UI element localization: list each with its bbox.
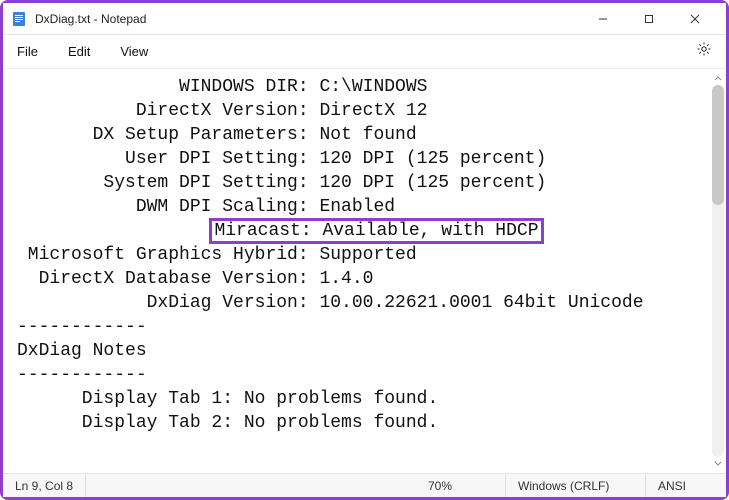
text-line: User DPI Setting: 120 DPI (125 percent) xyxy=(17,147,726,171)
menubar: File Edit View xyxy=(3,35,726,69)
statusbar: Ln 9, Col 8 70% Windows (CRLF) ANSI xyxy=(3,473,726,497)
notepad-icon xyxy=(11,11,27,27)
minimize-button[interactable] xyxy=(580,4,626,34)
window-title: DxDiag.txt - Notepad xyxy=(35,12,146,26)
menu-edit[interactable]: Edit xyxy=(64,38,94,65)
editor-area[interactable]: WINDOWS DIR: C:\WINDOWS DirectX Version:… xyxy=(3,69,726,473)
text-line: WINDOWS DIR: C:\WINDOWS xyxy=(17,75,726,99)
text-line: DWM DPI Scaling: Enabled xyxy=(17,195,726,219)
scroll-up-arrow-icon[interactable] xyxy=(712,73,724,85)
text-line: DxDiag Version: 10.00.22621.0001 64bit U… xyxy=(17,291,726,315)
text-line: Display Tab 2: No problems found. xyxy=(17,411,726,435)
text-line: DX Setup Parameters: Not found xyxy=(17,123,726,147)
text-line: Miracast: Available, with HDCP xyxy=(17,219,726,243)
status-zoom[interactable]: 70% xyxy=(416,474,506,497)
status-line-ending: Windows (CRLF) xyxy=(506,474,646,497)
settings-button[interactable] xyxy=(692,37,716,66)
text-content[interactable]: WINDOWS DIR: C:\WINDOWS DirectX Version:… xyxy=(3,71,726,435)
text-line: Display Tab 1: No problems found. xyxy=(17,387,726,411)
titlebar: DxDiag.txt - Notepad xyxy=(3,3,726,35)
highlight-box: Miracast: Available, with HDCP xyxy=(209,218,543,244)
text-line: Microsoft Graphics Hybrid: Supported xyxy=(17,243,726,267)
scrollbar-thumb[interactable] xyxy=(712,85,724,205)
gear-icon xyxy=(696,41,712,57)
text-line: DxDiag Notes xyxy=(17,339,726,363)
close-button[interactable] xyxy=(672,4,718,34)
text-line: DirectX Version: DirectX 12 xyxy=(17,99,726,123)
text-line: System DPI Setting: 120 DPI (125 percent… xyxy=(17,171,726,195)
text-line: DirectX Database Version: 1.4.0 xyxy=(17,267,726,291)
status-position: Ln 9, Col 8 xyxy=(3,474,86,497)
menu-view[interactable]: View xyxy=(116,38,152,65)
text-line: ------------ xyxy=(17,363,726,387)
vertical-scrollbar[interactable] xyxy=(712,73,724,469)
text-line: ------------ xyxy=(17,315,726,339)
maximize-button[interactable] xyxy=(626,4,672,34)
menu-file[interactable]: File xyxy=(13,38,42,65)
scroll-down-arrow-icon[interactable] xyxy=(712,457,724,469)
window-controls xyxy=(580,4,718,34)
status-encoding: ANSI xyxy=(646,474,726,497)
